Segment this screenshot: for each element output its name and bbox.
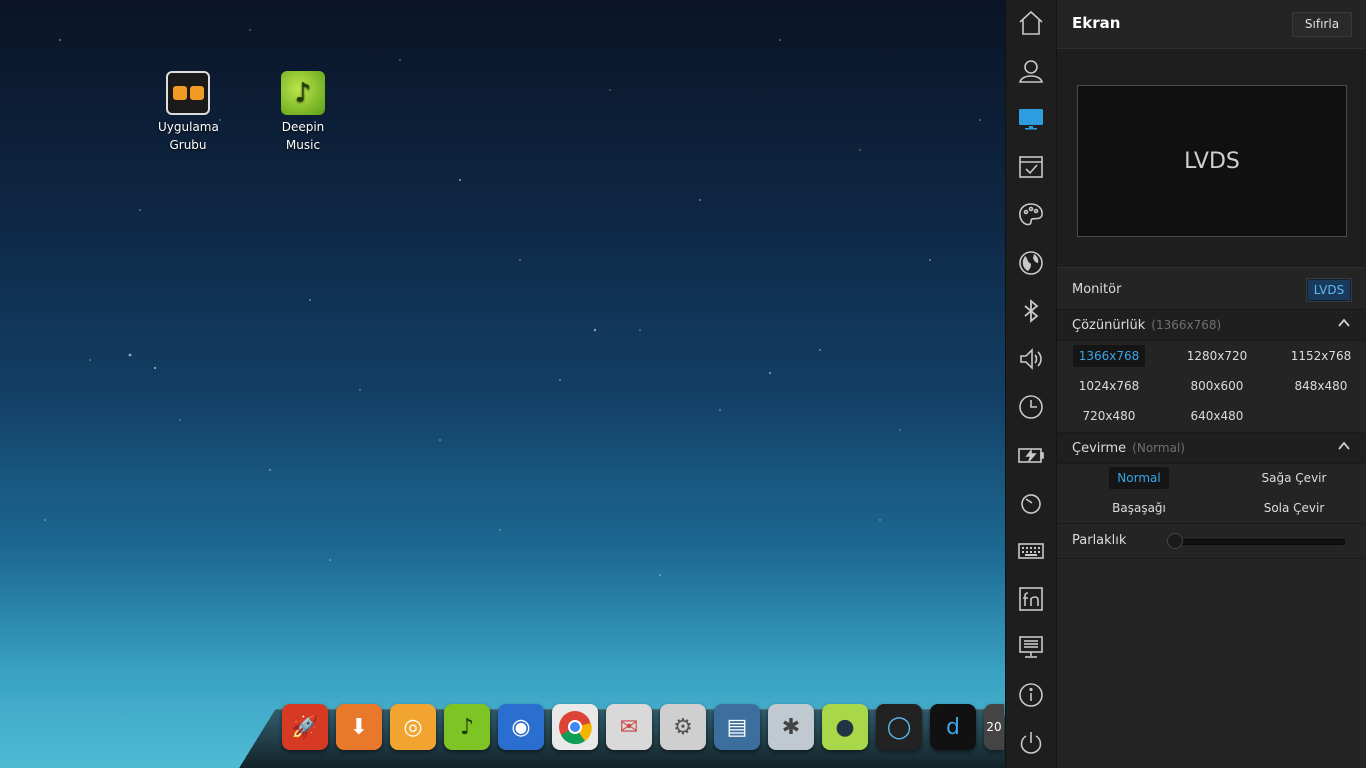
chevron-up-icon[interactable] [1337,439,1351,457]
desktop-icon-app-group[interactable]: Uygulama Grubu [143,71,233,154]
settings-sidebar [1006,0,1057,768]
keyboard-icon[interactable] [1015,535,1047,567]
media-player-icon[interactable]: ◯ [876,704,922,750]
bluetooth-icon[interactable] [1015,295,1047,327]
resolution-option[interactable]: 1366x768 [1073,345,1145,367]
resolution-header[interactable]: Çözünürlük (1366x768) [1057,310,1366,341]
file-manager-icon[interactable]: ✉ [606,704,652,750]
date-time-icon[interactable] [1015,391,1047,423]
settings-panel: Ekran Sıfırla LVDS Monitör LVDS Çözünürl… [1005,0,1366,768]
shortcuts-fn-icon[interactable] [1015,583,1047,615]
chrome-icon[interactable] [552,704,598,750]
rotation-current: (Normal) [1132,441,1185,455]
rocket-launcher-icon[interactable]: 🚀 [282,704,328,750]
rotation-label-wrap: Çevirme (Normal) [1072,441,1185,456]
mouse-icon[interactable] [1015,487,1047,519]
app-group-icon [166,71,210,115]
clock-icon[interactable]: 20 [984,704,1004,750]
resolution-option[interactable]: 1280x720 [1177,345,1257,367]
rotation-option[interactable]: Sağa Çevir [1249,467,1339,489]
monitor-row: Monitör LVDS [1057,267,1366,310]
resolution-option[interactable]: 848x480 [1281,375,1361,397]
chevron-up-icon[interactable] [1337,316,1351,334]
monitor-select-button[interactable]: LVDS [1306,278,1352,302]
resolution-current: (1366x768) [1151,318,1222,332]
monitor-preview[interactable]: LVDS [1077,85,1347,237]
document-viewer-icon[interactable]: ▤ [714,704,760,750]
deepin-music-icon[interactable]: ♪ [444,704,490,750]
reset-button[interactable]: Sıfırla [1292,12,1352,37]
about-icon[interactable] [1015,679,1047,711]
resolution-option[interactable]: 640x480 [1177,405,1257,427]
brightness-slider-track[interactable] [1173,539,1345,545]
resolution-option[interactable]: 800x600 [1177,375,1257,397]
desktop-icon-deepin-music[interactable]: ♪ Deepin Music [258,71,348,154]
music-note-icon: ♪ [281,71,325,115]
personalization-icon[interactable] [1015,199,1047,231]
system-settings-icon[interactable]: ✱ [768,704,814,750]
resolution-option[interactable]: 1024x768 [1073,375,1145,397]
monitor-label: Monitör [1072,282,1122,297]
dock: 🚀 ⬇ ◎ ♪ ◉ ✉ ⚙ ▤ ✱ ● ◯ d 20 [282,704,1004,750]
deepin-d-icon[interactable]: d [930,704,976,750]
shutdown-icon[interactable] [1015,727,1047,759]
user-accounts-icon[interactable] [1015,55,1047,87]
deepin-movie-icon[interactable]: ● [822,704,868,750]
rotation-option[interactable]: Normal [1109,467,1169,489]
home-icon[interactable] [1015,7,1047,39]
power-icon[interactable] [1015,439,1047,471]
system-info-icon[interactable] [1015,631,1047,663]
resolution-option[interactable]: 720x480 [1073,405,1145,427]
desktop-icon-label: Uygulama Grubu [158,120,219,152]
resolution-label: Çözünürlük [1072,318,1146,333]
page-title: Ekran [1072,14,1121,32]
software-center-icon[interactable]: ⬇ [336,704,382,750]
desktop-icon-label: Deepin Music [281,120,325,152]
display-icon[interactable] [1015,103,1047,135]
monitor-preview-area: LVDS [1057,48,1366,268]
network-globe-icon[interactable] [1015,247,1047,279]
sound-icon[interactable] [1015,343,1047,375]
rotation-option[interactable]: Başaşağı [1099,497,1179,519]
brightness-slider-handle[interactable] [1167,533,1183,549]
settings-gear-icon[interactable]: ⚙ [660,704,706,750]
display-settings-content: Ekran Sıfırla LVDS Monitör LVDS Çözünürl… [1057,0,1366,768]
default-apps-icon[interactable] [1015,151,1047,183]
resolution-option[interactable]: 1152x768 [1281,345,1361,367]
deepin-game-icon[interactable]: ◎ [390,704,436,750]
rotation-header[interactable]: Çevirme (Normal) [1057,432,1366,464]
rotation-label: Çevirme [1072,441,1127,456]
rotation-option[interactable]: Sola Çevir [1249,497,1339,519]
browser-globe-icon[interactable]: ◉ [498,704,544,750]
resolution-label-wrap: Çözünürlük (1366x768) [1072,318,1221,333]
brightness-label: Parlaklık [1072,533,1127,548]
